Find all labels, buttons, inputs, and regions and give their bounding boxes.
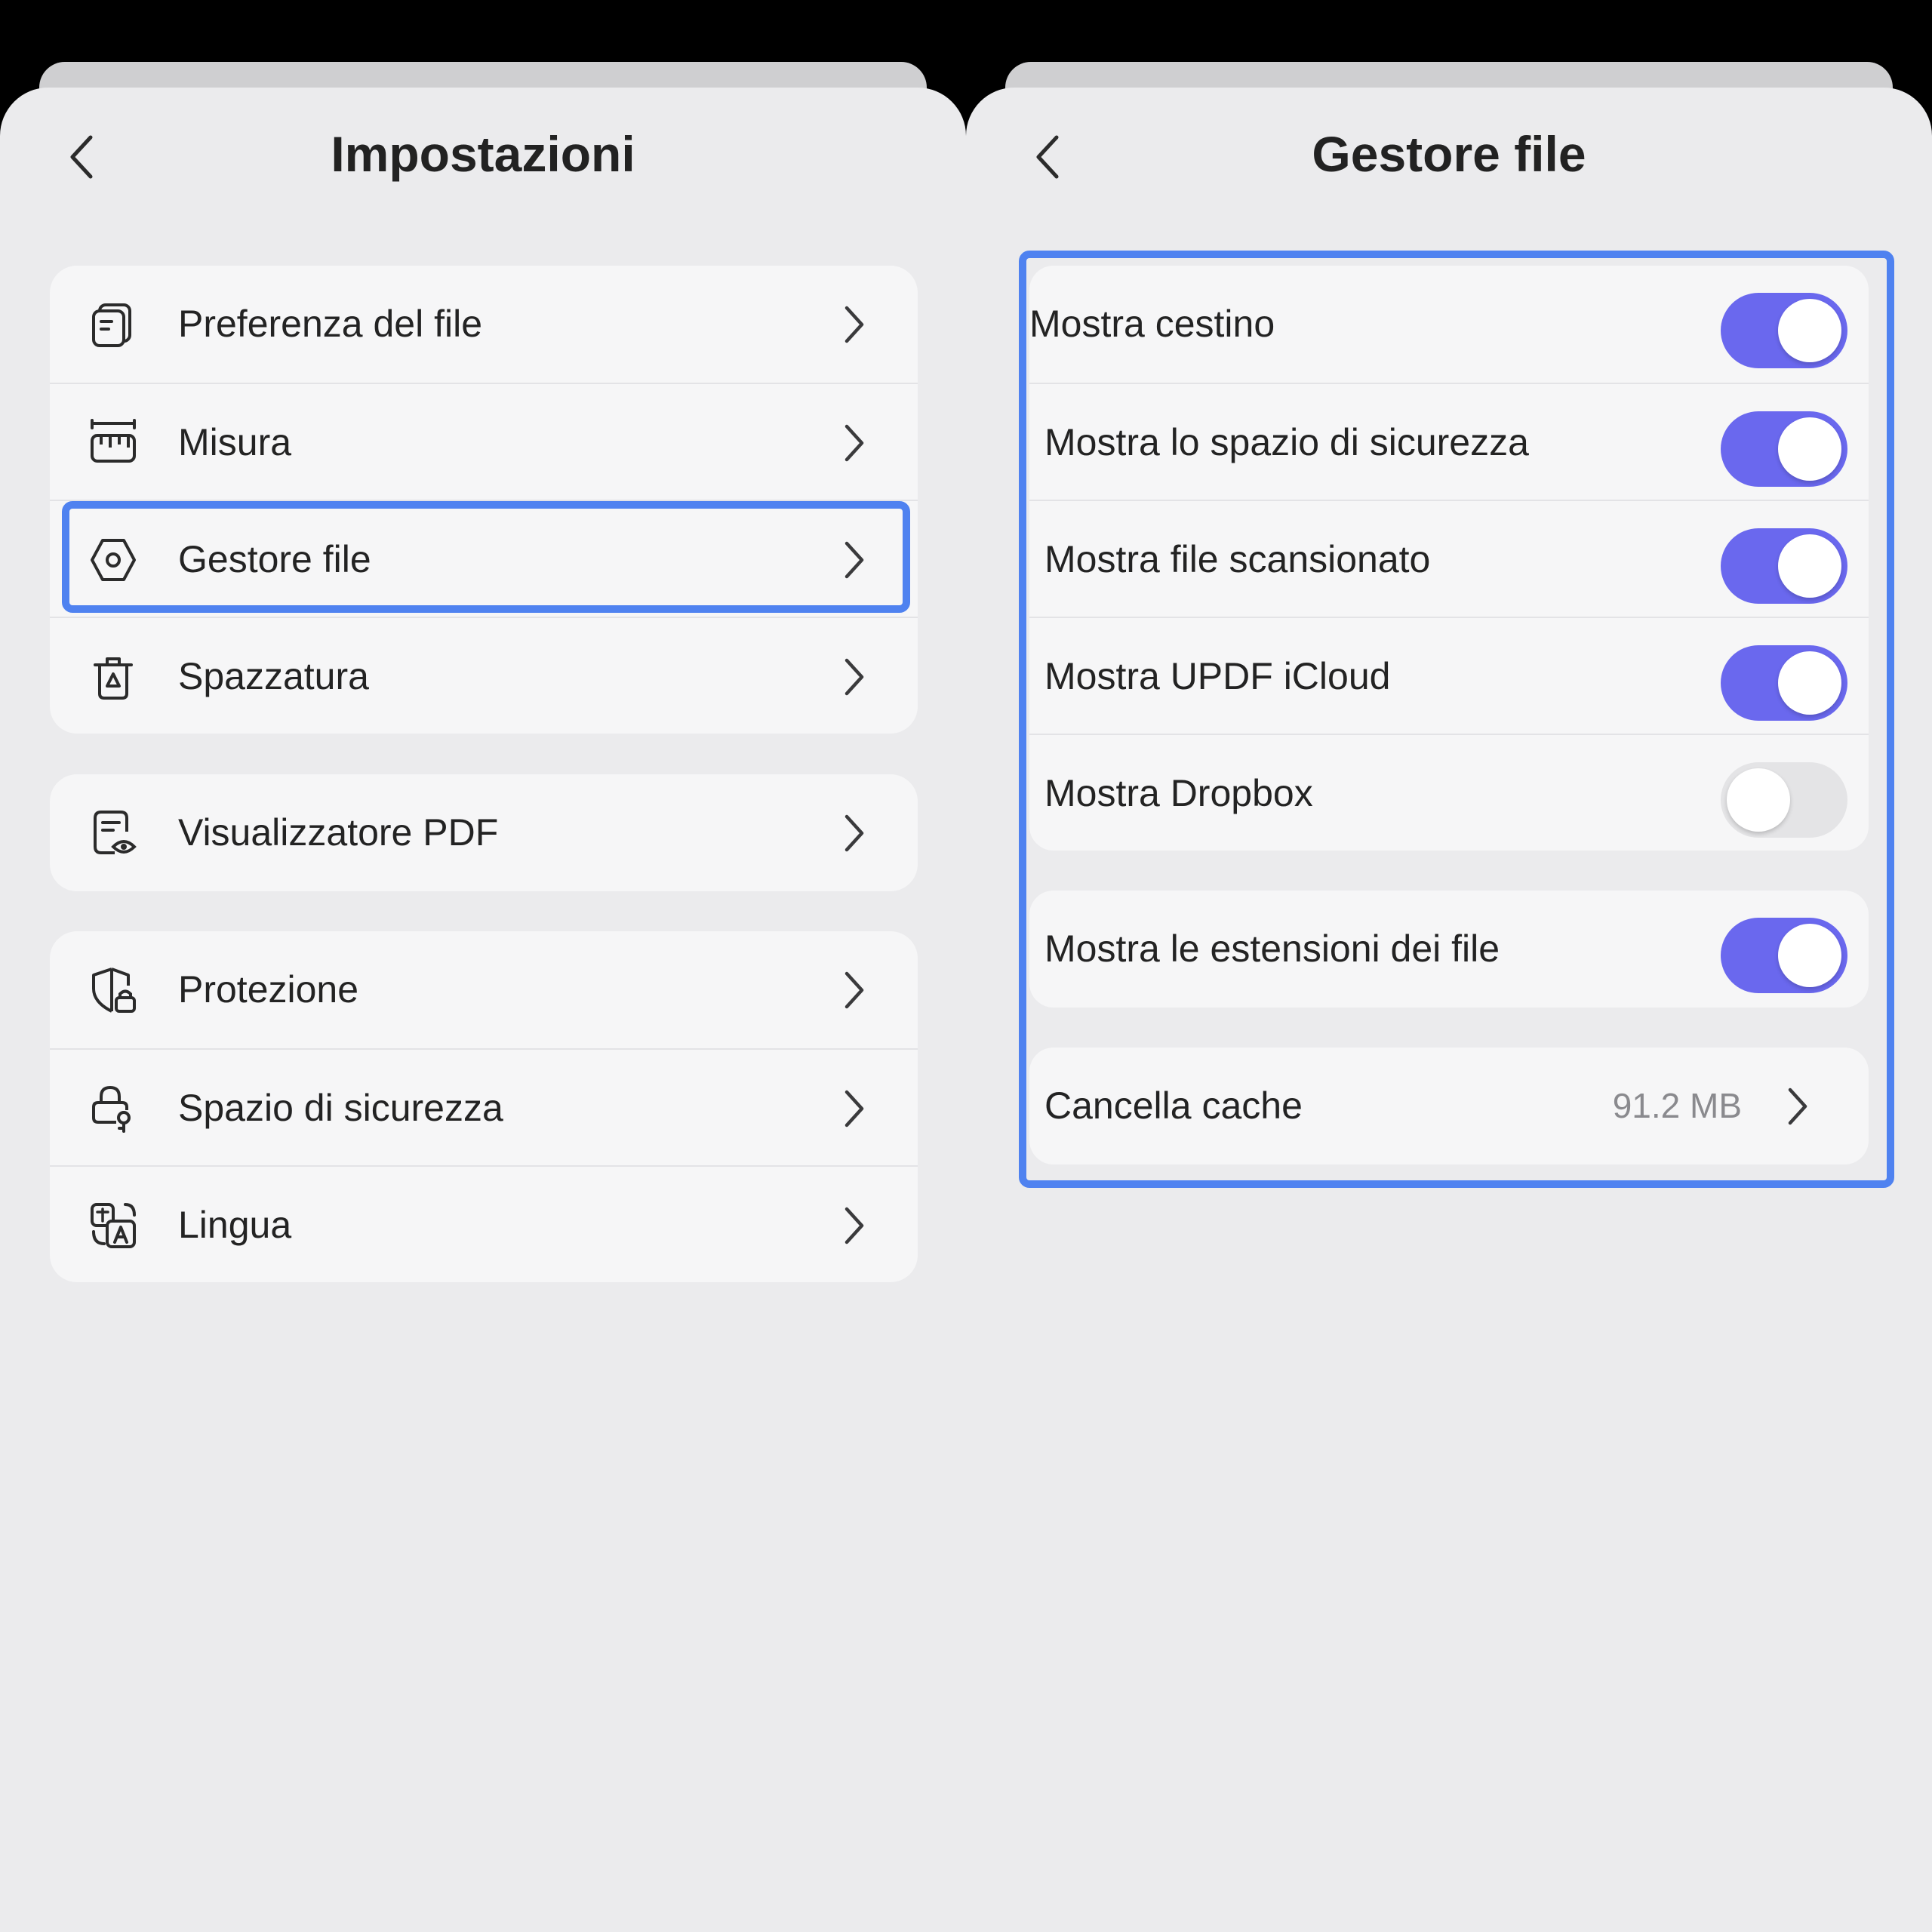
setting-label: Mostra UPDF iCloud — [1044, 655, 1391, 697]
setting-label: Mostra Dropbox — [1044, 772, 1313, 814]
translate-icon — [91, 1203, 136, 1248]
toggle-knob — [1727, 768, 1790, 832]
settings-item-secure-space[interactable]: Spazio di sicurezza — [50, 1048, 918, 1165]
setting-label: Mostra file scansionato — [1044, 538, 1431, 580]
extensions-group: Mostra le estensioni dei file — [1029, 891, 1869, 1008]
chevron-right-icon — [844, 814, 864, 852]
settings-item-language[interactable]: Lingua — [50, 1165, 918, 1282]
back-button[interactable] — [1028, 127, 1066, 187]
back-button[interactable] — [62, 127, 100, 187]
chevron-left-icon — [70, 135, 93, 179]
pdf-viewer-icon — [94, 811, 137, 854]
settings-item-file-preference[interactable]: Preferenza del file — [50, 266, 918, 383]
chevron-left-icon — [1036, 135, 1059, 179]
toggle-knob — [1778, 651, 1841, 715]
settings-item-file-manager[interactable]: Gestore file — [50, 500, 918, 617]
cache-size: 91.2 MB — [1612, 1086, 1742, 1125]
toggle-knob — [1778, 924, 1841, 987]
settings-item-label: Spazzatura — [178, 655, 369, 697]
toggle-knob — [1778, 299, 1841, 362]
chevron-right-icon — [844, 306, 864, 343]
chevron-right-icon — [844, 971, 864, 1009]
toggle-knob — [1778, 417, 1841, 481]
chevron-right-icon — [1788, 1088, 1807, 1125]
settings-sheet: Impostazioni Preferenza del file Misura … — [0, 88, 966, 1932]
settings-item-label: Gestore file — [178, 538, 371, 580]
settings-item-protection[interactable]: Protezione — [50, 931, 918, 1048]
display-options-group: Mostra cestino Mostra lo spazio di sicur… — [1029, 266, 1869, 851]
toggle-show-trash[interactable] — [1721, 293, 1847, 368]
settings-item-label: Lingua — [178, 1204, 292, 1246]
settings-item-label: Spazio di sicurezza — [178, 1087, 503, 1129]
chevron-right-icon — [844, 1090, 864, 1128]
settings-item-label: Misura — [178, 421, 292, 463]
setting-row-show-secure-space: Mostra lo spazio di sicurezza — [1029, 383, 1869, 500]
chevron-right-icon — [844, 1207, 864, 1244]
trash-icon — [94, 657, 133, 700]
settings-item-pdf-viewer[interactable]: Visualizzatore PDF — [50, 774, 918, 891]
setting-label: Mostra cestino — [1029, 303, 1275, 345]
setting-row-show-dropbox: Mostra Dropbox — [1029, 734, 1869, 851]
settings-item-label: Visualizzatore PDF — [178, 811, 499, 854]
settings-group-pdf: Visualizzatore PDF — [50, 774, 918, 891]
toggle-show-extensions[interactable] — [1721, 918, 1847, 993]
toggle-show-secure-space[interactable] — [1721, 411, 1847, 487]
chevron-right-icon — [844, 424, 864, 462]
settings-item-measure[interactable]: Misura — [50, 383, 918, 500]
toggle-show-dropbox[interactable] — [1721, 762, 1847, 838]
settings-group-security: Protezione Spazio di sicurezza Lingua — [50, 931, 918, 1282]
cache-group: Cancella cache 91.2 MB — [1029, 1048, 1869, 1164]
file-manager-sheet: Gestore file Mostra cestino Mostra lo sp… — [966, 88, 1932, 1932]
setting-row-show-trash: Mostra cestino — [1029, 266, 1869, 383]
setting-row-show-extensions: Mostra le estensioni dei file — [1029, 891, 1869, 1008]
file-manager-screen: Gestore file Mostra cestino Mostra lo sp… — [966, 0, 1932, 1932]
hexagon-nut-icon — [91, 539, 136, 581]
settings-item-label: Protezione — [178, 968, 359, 1011]
settings-screen: Impostazioni Preferenza del file Misura … — [0, 0, 966, 1932]
setting-label: Cancella cache — [1044, 1084, 1303, 1127]
shield-lock-icon — [92, 968, 136, 1013]
settings-item-label: Preferenza del file — [178, 303, 483, 345]
ruler-icon — [91, 419, 136, 463]
chevron-right-icon — [844, 541, 864, 579]
file-preference-icon — [92, 303, 131, 347]
toggle-show-updf-icloud[interactable] — [1721, 645, 1847, 721]
setting-row-show-updf-icloud: Mostra UPDF iCloud — [1029, 617, 1869, 734]
page-title: Impostazioni — [331, 126, 635, 182]
settings-group-general: Preferenza del file Misura Gestore file … — [50, 266, 918, 734]
toggle-show-scanned-files[interactable] — [1721, 528, 1847, 604]
clear-cache-row[interactable]: Cancella cache 91.2 MB — [1029, 1048, 1869, 1164]
setting-row-show-scanned-files: Mostra file scansionato — [1029, 500, 1869, 617]
setting-label: Mostra le estensioni dei file — [1044, 928, 1500, 970]
security-lock-icon — [92, 1085, 131, 1133]
chevron-right-icon — [844, 658, 864, 696]
page-title: Gestore file — [1312, 126, 1586, 182]
toggle-knob — [1778, 534, 1841, 598]
settings-item-trash[interactable]: Spazzatura — [50, 617, 918, 734]
setting-label: Mostra lo spazio di sicurezza — [1044, 421, 1529, 463]
